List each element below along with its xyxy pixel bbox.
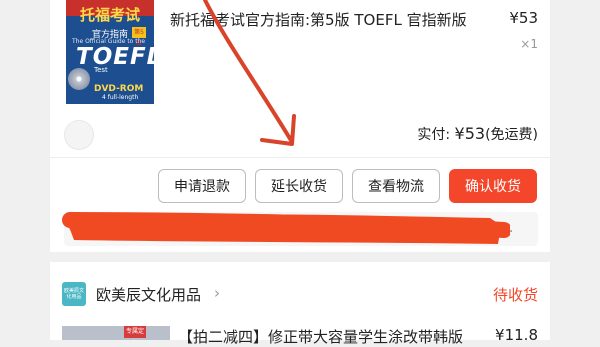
payment-label: 实付: [417,127,451,143]
product-title[interactable]: 新托福考试官方指南:第5版 TOEFL 官指新版 [170,9,490,30]
product-thumbnail[interactable]: 托福考试 官方指南 第5版 The Official Guide to the … [66,0,154,104]
product-thumbnail-2[interactable]: 专属定制 [62,326,170,340]
logistics-info-bar[interactable] [64,212,538,246]
confirm-receipt-button[interactable]: 确认收货 [449,169,537,203]
more-icon[interactable]: ... [500,220,513,236]
product-price: ¥53 [509,9,538,27]
view-logistics-button[interactable]: 查看物流 [352,169,440,203]
cover-title: 托福考试 [79,6,140,24]
cover-media: DVD-ROM [94,84,144,94]
chevron-right-icon[interactable]: › [214,284,220,302]
payment-amount: ¥53 [454,124,486,143]
divider [50,157,550,158]
cover-test-label: Test [94,66,108,74]
cover-brand: TOEFL [76,44,154,70]
thumb-badge: 专属定制 [124,326,146,338]
cover-media-sub: 4 full-length [102,94,139,101]
edition-badge: 第5版 [132,27,146,47]
shop-name[interactable]: 欧美辰文化用品 [96,284,201,305]
shop-logo[interactable]: 欧美辰文化用品 [62,282,86,306]
product-price-2: ¥11.8 [495,326,538,344]
disc-icon [68,68,90,90]
product-quantity: ×1 [520,37,538,51]
extend-receipt-button[interactable]: 延长收货 [255,169,343,203]
refund-button[interactable]: 申请退款 [158,169,246,203]
payment-summary: 实付: ¥53(免运费) [360,124,538,144]
shop-avatar[interactable] [64,120,94,150]
shipping-note: (免运费) [485,127,538,143]
product-title-2[interactable]: 【拍二减四】修正带大容量学生涂改带韩版 [178,326,484,347]
order-status: 待收货 [492,286,538,304]
